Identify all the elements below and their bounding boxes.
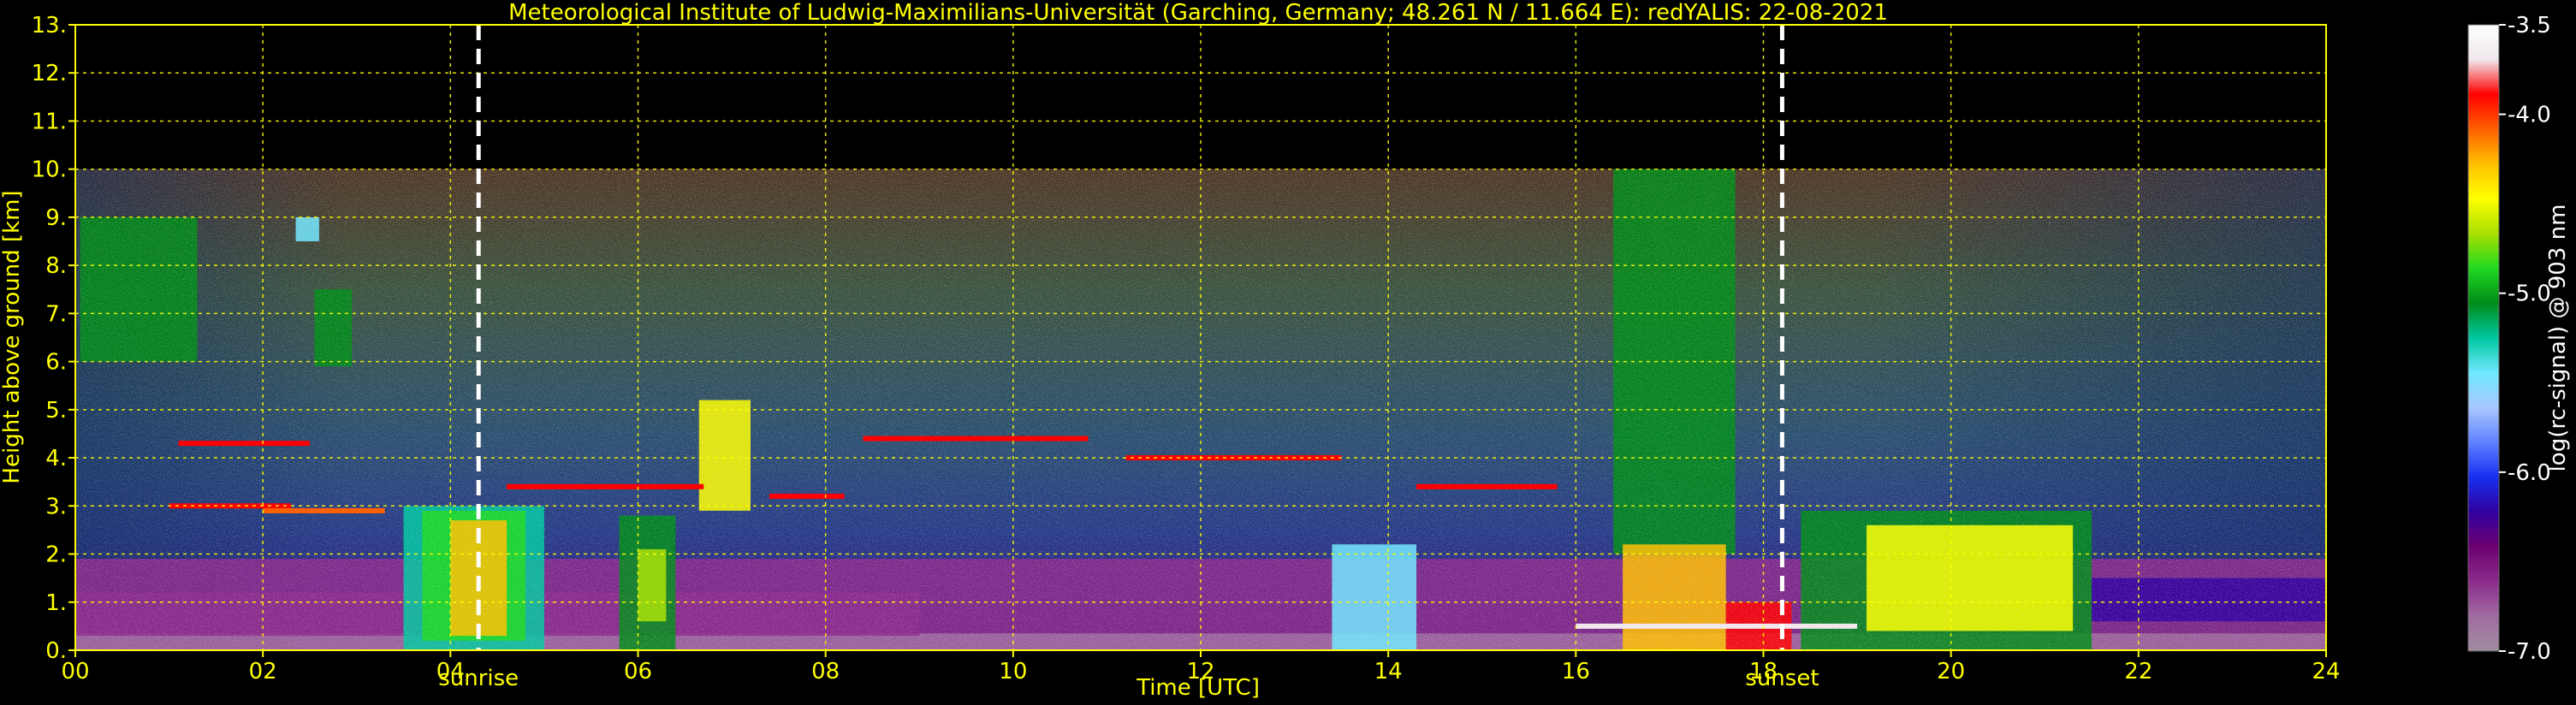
y-tick-label: 10. xyxy=(32,157,67,183)
x-tick-label: 06 xyxy=(624,659,652,684)
cloud-layer xyxy=(1416,483,1558,489)
x-tick-label: 24 xyxy=(2312,659,2340,684)
y-tick-label: 0. xyxy=(45,638,67,664)
x-tick-label: 10 xyxy=(999,659,1027,684)
cloud-layer xyxy=(863,435,1089,441)
y-tick-label: 1. xyxy=(45,590,67,616)
y-tick-label: 6. xyxy=(45,350,67,376)
x-tick-label: 16 xyxy=(1562,659,1590,684)
x-tick-label: 14 xyxy=(1374,659,1403,684)
cloud-layer xyxy=(1576,623,1858,629)
x-tick-label: 22 xyxy=(2124,659,2152,684)
cloud-layer xyxy=(507,483,704,489)
ceilometer-chart: 00 02 04 06 08 10 12 14 16 18 20 22 24 0.1.2.3.4.5.6… xyxy=(0,0,2576,705)
cloud-layer xyxy=(263,507,385,513)
y-tick-label: 7. xyxy=(45,301,67,327)
x-axis-label: Time [UTC] xyxy=(1136,675,1260,701)
y-tick-label: 9. xyxy=(45,205,67,231)
y-tick-label: 5. xyxy=(45,398,67,424)
chart-title: Meteorological Institute of Ludwig-Maxim… xyxy=(508,0,1888,26)
sunset-label: sunset xyxy=(1745,666,1819,691)
y-axis-label: Height above ground [km] xyxy=(0,190,25,483)
x-tick-label: 08 xyxy=(811,659,840,684)
y-tick-label: 13. xyxy=(32,13,67,39)
cloud-layer xyxy=(178,441,310,447)
y-tick-label: 12. xyxy=(32,61,67,86)
y-tick-label: 3. xyxy=(45,494,67,519)
colorbar-tick-label: -3.5 xyxy=(2508,13,2551,39)
colorbar-gradient xyxy=(2468,25,2499,651)
cloud-layer xyxy=(769,494,845,500)
y-tick-label: 4. xyxy=(45,446,67,471)
y-tick-label: 2. xyxy=(45,542,67,568)
colorbar-tick-label: -7.0 xyxy=(2508,639,2551,665)
x-tick-label: 20 xyxy=(1937,659,1965,684)
colorbar xyxy=(2468,25,2499,651)
colorbar-label: log(rc-signal) @ 903 nm xyxy=(2545,204,2571,472)
x-tick-label: 02 xyxy=(249,659,277,684)
colorbar-tick-label: -4.0 xyxy=(2508,103,2551,128)
sunrise-label: sunrise xyxy=(438,666,519,691)
y-tick-label: 11. xyxy=(32,109,67,134)
y-tick-label: 8. xyxy=(45,253,67,279)
